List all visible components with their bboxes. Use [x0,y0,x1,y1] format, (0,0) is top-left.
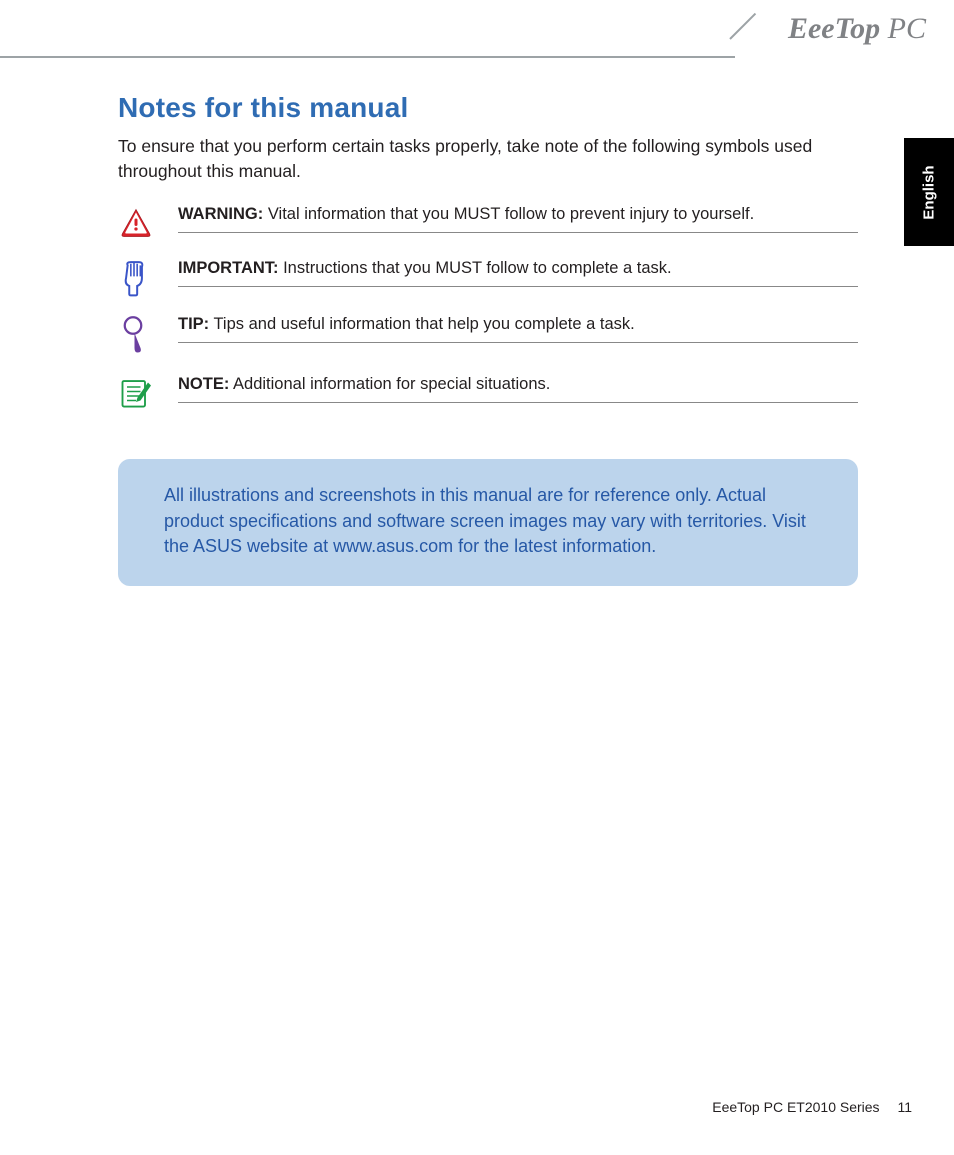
callout-text: All illustrations and screenshots in thi… [164,483,812,560]
symbols-list: WARNING: Vital information that you MUST… [118,205,858,411]
tip-label: TIP: [178,315,209,333]
page-heading: Notes for this manual [118,92,858,124]
page-footer: EeeTop PC ET2010 Series 11 [712,1099,912,1115]
warning-icon [118,205,178,241]
symbol-row-important: IMPORTANT: Instructions that you MUST fo… [118,259,858,297]
symbol-row-tip: TIP: Tips and useful information that he… [118,315,858,357]
warning-label: WARNING: [178,205,263,223]
warning-desc: Vital information that you MUST follow t… [263,205,754,223]
content-area: Notes for this manual To ensure that you… [118,92,858,586]
footer-series: EeeTop PC ET2010 Series [712,1099,879,1115]
brand-logo: EeeTop PC [788,12,926,46]
warning-text: WARNING: Vital information that you MUST… [178,205,858,233]
important-text: IMPORTANT: Instructions that you MUST fo… [178,259,858,287]
note-text: NOTE: Additional information for special… [178,375,858,403]
note-label: NOTE: [178,375,229,393]
symbol-row-warning: WARNING: Vital information that you MUST… [118,205,858,241]
tip-desc: Tips and useful information that help yo… [209,315,635,333]
language-label: English [921,165,938,219]
note-icon [118,375,178,411]
language-tab: English [904,138,954,246]
symbol-row-note: NOTE: Additional information for special… [118,375,858,411]
page: EeeTop PC English Notes for this manual … [0,0,954,1155]
tip-text: TIP: Tips and useful information that he… [178,315,858,343]
important-label: IMPORTANT: [178,259,279,277]
header-rule [0,56,735,58]
intro-text: To ensure that you perform certain tasks… [118,134,858,183]
info-callout: All illustrations and screenshots in thi… [118,459,858,586]
footer-page-number: 11 [897,1099,912,1115]
tip-icon [118,315,178,357]
important-desc: Instructions that you MUST follow to com… [279,259,672,277]
header-rule-slant [729,13,756,40]
note-desc: Additional information for special situa… [229,375,550,393]
important-icon [118,259,178,297]
